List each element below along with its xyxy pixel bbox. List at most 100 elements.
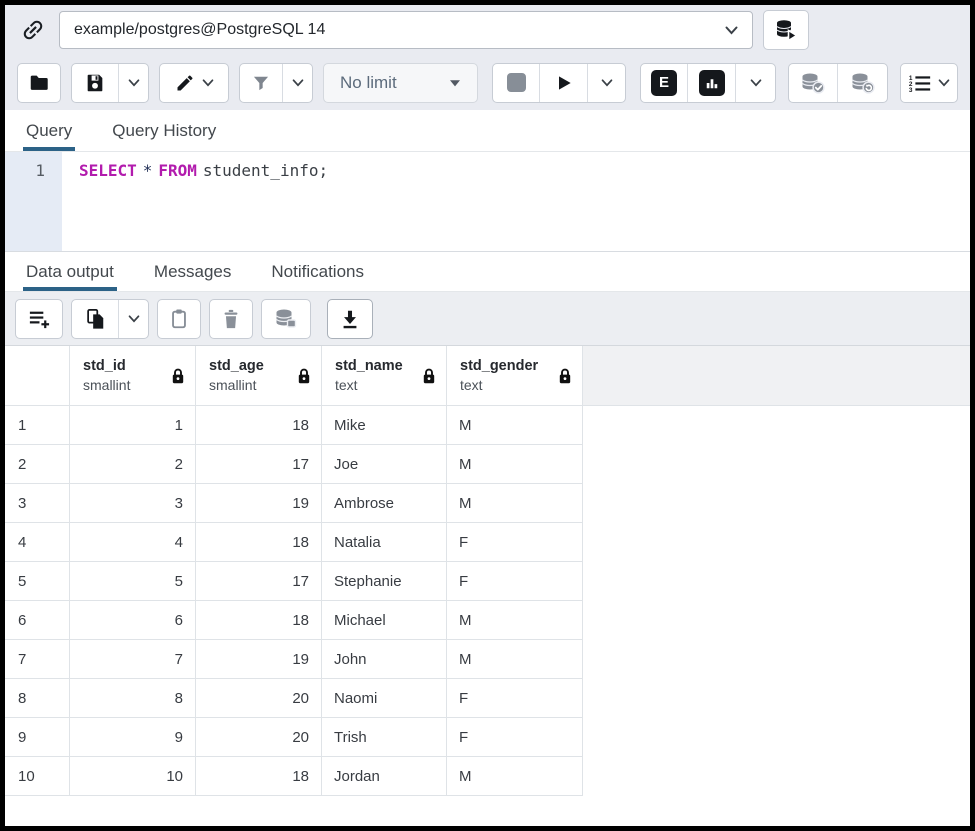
cell-std-id[interactable]: 1 — [70, 406, 196, 445]
execute-menu-button[interactable] — [587, 64, 625, 102]
column-header-std-gender[interactable]: std_gender text — [447, 346, 583, 406]
save-data-button[interactable] — [261, 299, 311, 339]
cell-std-id[interactable]: 8 — [70, 679, 196, 718]
copy-button-group — [71, 299, 149, 339]
cell-std-name[interactable]: Joe — [322, 445, 447, 484]
row-number-cell[interactable]: 8 — [5, 679, 70, 718]
cell-std-age[interactable]: 20 — [196, 718, 322, 757]
edit-menu-button[interactable] — [159, 63, 229, 103]
copy-menu-button[interactable] — [118, 300, 148, 338]
cell-std-age[interactable]: 17 — [196, 445, 322, 484]
cell-std-name[interactable]: John — [322, 640, 447, 679]
cell-std-age[interactable]: 19 — [196, 484, 322, 523]
row-number-cell[interactable]: 10 — [5, 757, 70, 796]
connection-select[interactable]: example/postgres@PostgreSQL 14 — [59, 11, 753, 49]
rollback-icon — [850, 71, 876, 95]
save-menu-button[interactable] — [118, 64, 148, 102]
row-limit-select[interactable]: No limit — [323, 63, 478, 103]
cell-std-id[interactable]: 5 — [70, 562, 196, 601]
cell-std-gender[interactable]: M — [447, 406, 583, 445]
filter-button[interactable] — [240, 64, 282, 102]
delete-row-button[interactable] — [209, 299, 253, 339]
row-number-cell[interactable]: 4 — [5, 523, 70, 562]
column-header-std-id[interactable]: std_id smallint — [70, 346, 196, 406]
cell-std-name[interactable]: Mike — [322, 406, 447, 445]
rollback-button[interactable] — [837, 64, 887, 102]
row-number-cell[interactable]: 2 — [5, 445, 70, 484]
row-number-cell[interactable]: 7 — [5, 640, 70, 679]
execute-button[interactable] — [539, 64, 587, 102]
row-number-cell[interactable]: 5 — [5, 562, 70, 601]
explain-analyze-button[interactable] — [687, 64, 735, 102]
cell-std-gender[interactable]: F — [447, 523, 583, 562]
row-number-cell[interactable]: 3 — [5, 484, 70, 523]
cell-std-gender[interactable]: M — [447, 484, 583, 523]
cell-std-id[interactable]: 6 — [70, 601, 196, 640]
column-header-std-age[interactable]: std_age smallint — [196, 346, 322, 406]
cell-std-name[interactable]: Ambrose — [322, 484, 447, 523]
cell-std-gender[interactable]: M — [447, 757, 583, 796]
column-header-std-name[interactable]: std_name text — [322, 346, 447, 406]
cell-std-age[interactable]: 19 — [196, 640, 322, 679]
open-file-button[interactable] — [17, 63, 61, 103]
cell-std-name[interactable]: Stephanie — [322, 562, 447, 601]
cell-std-gender[interactable]: F — [447, 718, 583, 757]
cell-std-age[interactable]: 20 — [196, 679, 322, 718]
tab-data-output[interactable]: Data output — [23, 252, 117, 291]
select-all-cell[interactable] — [5, 346, 70, 406]
tab-messages[interactable]: Messages — [151, 252, 234, 291]
cell-std-age[interactable]: 17 — [196, 562, 322, 601]
tab-notifications[interactable]: Notifications — [268, 252, 367, 291]
table-row: 10 10 18 Jordan M — [5, 757, 970, 796]
cell-std-age[interactable]: 18 — [196, 757, 322, 796]
chevron-down-icon — [292, 79, 304, 87]
cell-std-gender[interactable]: F — [447, 679, 583, 718]
cell-std-gender[interactable]: M — [447, 601, 583, 640]
copy-button[interactable] — [72, 300, 118, 338]
macro-menu-button[interactable]: 1 2 3 — [900, 63, 958, 103]
cell-std-id[interactable]: 9 — [70, 718, 196, 757]
save-button[interactable] — [72, 64, 118, 102]
paste-button[interactable] — [157, 299, 201, 339]
cell-std-age[interactable]: 18 — [196, 601, 322, 640]
explain-button[interactable]: E — [641, 64, 687, 102]
cell-std-name[interactable]: Trish — [322, 718, 447, 757]
lock-icon — [558, 368, 572, 384]
cell-std-id[interactable]: 10 — [70, 757, 196, 796]
data-output-toolbar — [5, 292, 970, 346]
cell-std-id[interactable]: 7 — [70, 640, 196, 679]
commit-button[interactable] — [789, 64, 837, 102]
stop-button[interactable] — [493, 64, 539, 102]
explain-menu-button[interactable] — [735, 64, 775, 102]
row-number-cell[interactable]: 1 — [5, 406, 70, 445]
cell-std-name[interactable]: Natalia — [322, 523, 447, 562]
cell-std-id[interactable]: 2 — [70, 445, 196, 484]
row-number-cell[interactable]: 9 — [5, 718, 70, 757]
add-row-icon — [27, 307, 51, 331]
table-row: 1 1 18 Mike M — [5, 406, 970, 445]
chevron-down-icon — [938, 79, 950, 87]
cell-std-name[interactable]: Jordan — [322, 757, 447, 796]
new-connection-button[interactable] — [763, 10, 809, 50]
filter-menu-button[interactable] — [282, 64, 312, 102]
add-row-button[interactable] — [15, 299, 63, 339]
cell-std-name[interactable]: Naomi — [322, 679, 447, 718]
commit-icon — [800, 71, 826, 95]
cell-std-gender[interactable]: F — [447, 562, 583, 601]
cell-std-age[interactable]: 18 — [196, 406, 322, 445]
sql-star: * — [143, 161, 153, 180]
sql-code-area[interactable]: SELECT*FROMstudent_info; — [62, 152, 970, 251]
tab-query-history[interactable]: Query History — [109, 110, 219, 151]
download-button[interactable] — [327, 299, 373, 339]
cell-std-id[interactable]: 4 — [70, 523, 196, 562]
table-row: 8 8 20 Naomi F — [5, 679, 970, 718]
cell-std-age[interactable]: 18 — [196, 523, 322, 562]
row-number-cell[interactable]: 6 — [5, 601, 70, 640]
column-type: smallint — [83, 376, 130, 395]
cell-std-name[interactable]: Michael — [322, 601, 447, 640]
cell-std-id[interactable]: 3 — [70, 484, 196, 523]
cell-std-gender[interactable]: M — [447, 445, 583, 484]
cell-std-gender[interactable]: M — [447, 640, 583, 679]
column-type: text — [335, 376, 403, 395]
tab-query[interactable]: Query — [23, 110, 75, 151]
